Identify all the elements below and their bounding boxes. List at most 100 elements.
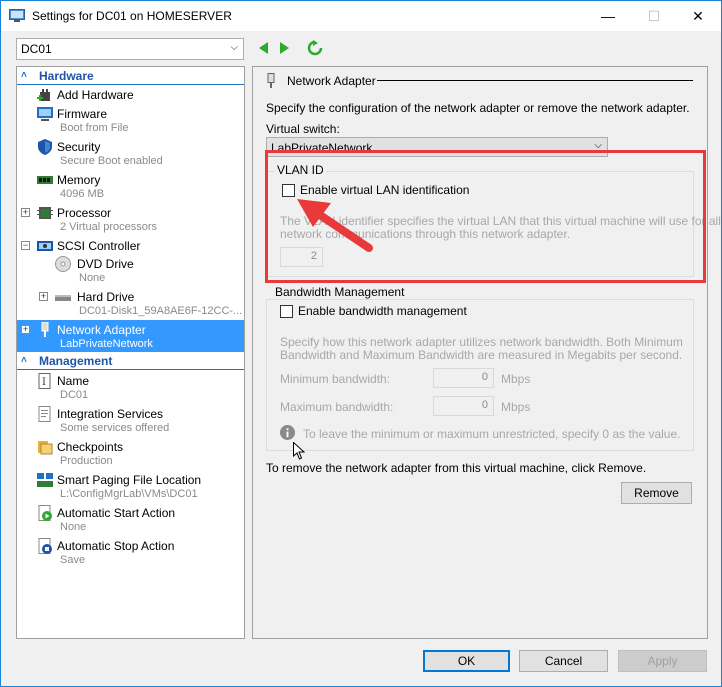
sidebar-item-title: Automatic Start Action — [57, 506, 176, 520]
expand-plus-icon[interactable]: + — [39, 292, 48, 301]
sidebar-item-subtitle: None — [60, 521, 87, 533]
sidebar-item-network-adapter[interactable]: + Network Adapter LabPrivateNetwork — [17, 320, 244, 352]
header-divider — [377, 80, 693, 81]
sidebar-item-subtitle: DC01-Disk1_59A8AE6F-12CC-... — [79, 305, 243, 317]
sidebar-item-scsi-controller[interactable]: − SCSI Controller — [17, 236, 244, 254]
chevron-down-icon: ⌵ — [230, 42, 238, 53]
name-icon: I — [38, 373, 51, 389]
vm-selector-value: DC01 — [21, 42, 52, 56]
hardware-section-label: Hardware — [39, 69, 94, 83]
sidebar-item-title: SCSI Controller — [57, 239, 141, 253]
info-icon — [280, 425, 295, 440]
minimize-icon[interactable]: — — [585, 1, 631, 31]
sidebar-item-integration-services[interactable]: Integration Services Some services offer… — [17, 404, 244, 436]
panel-header: Network Adapter — [287, 74, 376, 88]
back-arrow-icon[interactable] — [257, 41, 269, 55]
sidebar-item-security[interactable]: Security Secure Boot enabled — [17, 137, 244, 169]
remove-button[interactable]: Remove — [621, 482, 692, 504]
sidebar-item-subtitle: Boot from File — [60, 122, 129, 134]
sidebar-item-title: Memory — [57, 173, 101, 187]
scsi-controller-icon — [37, 241, 53, 251]
refresh-icon[interactable] — [307, 40, 323, 56]
max-bandwidth-unit: Mbps — [501, 400, 531, 414]
sidebar-item-subtitle: Some services offered — [60, 422, 170, 434]
settings-app-icon — [9, 9, 25, 22]
network-adapter-icon — [41, 322, 49, 337]
bandwidth-info-text: To leave the minimum or maximum unrestri… — [303, 427, 681, 441]
sidebar-item-title: Name — [57, 374, 90, 388]
sidebar-item-checkpoints[interactable]: Checkpoints Production — [17, 437, 244, 469]
firmware-icon — [37, 107, 53, 121]
min-bandwidth-input[interactable]: 0 — [433, 368, 494, 388]
expand-plus-icon[interactable]: + — [21, 208, 30, 217]
sidebar-item-title: Processor — [57, 206, 112, 220]
sidebar-item-automatic-stop[interactable]: Automatic Stop Action Save — [17, 536, 244, 568]
bandwidth-help-text-1: Specify how this network adapter utilize… — [280, 335, 683, 349]
sidebar-item-add-hardware[interactable]: Add Hardware — [17, 86, 244, 103]
expand-plus-icon[interactable]: + — [21, 325, 30, 334]
integration-services-icon — [38, 406, 51, 422]
sidebar-item-title: Automatic Stop Action — [57, 539, 175, 553]
sidebar-item-smart-paging[interactable]: Smart Paging File Location L:\ConfigMgrL… — [17, 470, 244, 502]
forward-arrow-icon[interactable] — [279, 41, 291, 55]
sidebar-item-automatic-start[interactable]: Automatic Start Action None — [17, 503, 244, 535]
sidebar-item-memory[interactable]: Memory 4096 MB — [17, 170, 244, 202]
sidebar-item-subtitle: Secure Boot enabled — [60, 155, 163, 167]
max-bandwidth-label: Maximum bandwidth: — [280, 400, 394, 414]
automatic-stop-icon — [38, 538, 52, 554]
ok-button[interactable]: OK — [423, 650, 510, 672]
sidebar-item-processor[interactable]: + Processor 2 Virtual processors — [17, 203, 244, 235]
sidebar-item-title: Checkpoints — [57, 440, 124, 454]
management-section-header[interactable]: ˄ Management — [17, 353, 244, 370]
collapse-chevron-icon: ˄ — [21, 70, 27, 81]
panel-description: Specify the configuration of the network… — [266, 101, 690, 115]
processor-icon — [37, 207, 53, 219]
cancel-button[interactable]: Cancel — [519, 650, 608, 672]
max-bandwidth-input[interactable]: 0 — [433, 396, 494, 416]
sidebar-item-hard-drive[interactable]: + Hard Drive DC01-Disk1_59A8AE6F-12CC-..… — [17, 287, 244, 319]
sidebar-item-dvd-drive[interactable]: DVD Drive None — [17, 254, 244, 286]
hard-drive-icon — [55, 295, 71, 301]
min-bandwidth-label: Minimum bandwidth: — [280, 372, 391, 386]
hardware-section-header[interactable]: ˄ Hardware — [17, 68, 244, 85]
title-bar: Settings for DC01 on HOMESERVER — ☐ ✕ — [1, 1, 721, 31]
sidebar-item-firmware[interactable]: Firmware Boot from File — [17, 104, 244, 136]
settings-tree: ˄ Hardware Add Hardware Firmware Boot fr… — [16, 66, 245, 639]
automatic-start-icon — [38, 505, 52, 521]
sidebar-item-subtitle: Save — [60, 554, 86, 566]
sidebar-item-title: Firmware — [57, 107, 107, 121]
sidebar-item-subtitle: 2 Virtual processors — [60, 221, 158, 233]
virtual-switch-label: Virtual switch: — [266, 122, 340, 136]
add-hardware-icon — [37, 89, 50, 101]
bandwidth-enable-checkbox[interactable] — [280, 305, 293, 318]
sidebar-item-subtitle: 4096 MB — [60, 188, 105, 200]
min-bandwidth-unit: Mbps — [501, 372, 531, 386]
svg-text:I: I — [42, 377, 46, 388]
maximize-icon[interactable]: ☐ — [631, 1, 677, 31]
dvd-disc-icon — [55, 256, 71, 272]
management-section-label: Management — [39, 354, 113, 368]
annotation-arrow-icon — [297, 199, 373, 252]
vm-selector[interactable]: DC01 ⌵ — [16, 38, 244, 60]
settings-window: Settings for DC01 on HOMESERVER — ☐ ✕ DC… — [0, 0, 722, 687]
sidebar-item-title: Network Adapter — [57, 323, 146, 337]
sidebar-item-subtitle: None — [79, 272, 106, 284]
sidebar-item-subtitle: LabPrivateNetwork — [60, 338, 153, 350]
sidebar-item-subtitle: Production — [60, 455, 113, 467]
sidebar-item-title: Smart Paging File Location — [57, 473, 202, 487]
bandwidth-help-text-2: Bandwidth and Maximum Bandwidth are meas… — [280, 348, 683, 362]
collapse-chevron-icon: ˄ — [21, 355, 27, 366]
checkpoints-icon — [38, 441, 53, 455]
sidebar-item-title: Integration Services — [57, 407, 164, 421]
expand-minus-icon[interactable]: − — [21, 241, 30, 250]
memory-chip-icon — [37, 176, 53, 184]
sidebar-item-name[interactable]: I Name DC01 — [17, 371, 244, 403]
sidebar-item-title: Hard Drive — [77, 290, 135, 304]
mouse-cursor-icon — [293, 442, 305, 460]
bandwidth-group-label: Bandwidth Management — [273, 285, 407, 299]
close-icon[interactable]: ✕ — [675, 1, 721, 31]
network-adapter-header-icon — [267, 73, 275, 88]
smart-paging-icon — [37, 473, 53, 487]
apply-button[interactable]: Apply — [618, 650, 707, 672]
sidebar-item-subtitle: DC01 — [60, 389, 89, 401]
